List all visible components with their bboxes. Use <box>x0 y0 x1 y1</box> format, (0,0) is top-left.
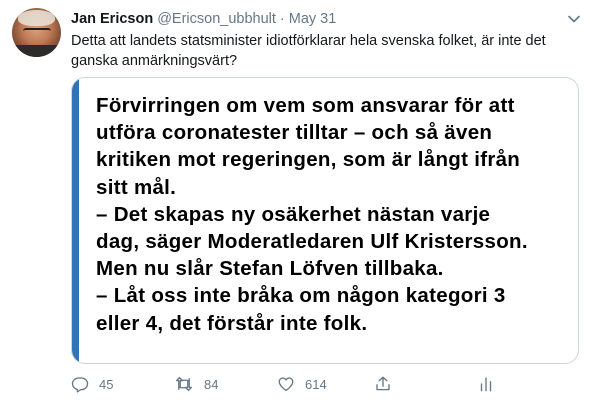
share-button[interactable] <box>374 372 392 396</box>
image-text-line: Förvirringen om vem som ansvarar för att <box>96 94 515 117</box>
analytics-button[interactable] <box>477 372 495 396</box>
reply-icon <box>71 375 89 393</box>
avatar-hair <box>18 10 55 26</box>
avatar-glasses <box>23 28 51 36</box>
tweet-image[interactable]: Förvirringen om vem som ansvarar för att… <box>71 77 579 364</box>
tweet-text: Detta att landets statsminister idiotför… <box>71 33 546 69</box>
share-icon <box>374 375 392 393</box>
image-text-line: utföra coronatester tilltar – och så äve… <box>96 121 493 145</box>
tweet-header: Jan Ericson @Ericson_ubbhult · May 31 <box>71 9 336 29</box>
image-text-line: – Låt oss inte bråka om någon kategori 3 <box>96 284 506 308</box>
image-text-line: dag, säger Moderatledaren Ulf Kristersso… <box>96 230 528 254</box>
analytics-icon <box>477 375 495 393</box>
author-handle[interactable]: @Ericson_ubbhult <box>157 11 276 27</box>
image-text-line: – Det skapas ny osäkerhet nästan varje <box>96 202 491 226</box>
retweet-icon <box>174 375 194 393</box>
image-text-line: sitt mål. <box>96 175 177 199</box>
action-bar: 45 84 614 <box>71 372 571 396</box>
retweet-count: 84 <box>204 376 219 392</box>
avatar-collar <box>12 45 61 57</box>
author-name[interactable]: Jan Ericson <box>71 11 153 27</box>
avatar[interactable] <box>12 8 61 57</box>
image-text-line: Men nu slår Stefan Löfven tillbaka. <box>96 257 444 281</box>
retweet-button[interactable]: 84 <box>174 372 218 396</box>
image-text-line: kritiken mot regeringen, som är långt if… <box>96 148 521 172</box>
tweet-date[interactable]: May 31 <box>289 11 337 27</box>
chevron-down-icon[interactable] <box>566 11 582 27</box>
reply-button[interactable]: 45 <box>71 372 113 396</box>
tweet[interactable]: Jan Ericson @Ericson_ubbhult · May 31 De… <box>0 0 590 403</box>
reply-count: 45 <box>99 376 114 392</box>
like-button[interactable]: 614 <box>277 372 327 396</box>
image-text-line: eller 4, det förstår inte folk. <box>96 311 368 335</box>
like-count: 614 <box>305 376 327 392</box>
heart-icon <box>277 375 295 393</box>
header-separator: · <box>279 11 285 27</box>
quote-bar <box>72 78 79 363</box>
image-quote-text: Förvirringen om vem som ansvarar för att… <box>96 92 570 337</box>
